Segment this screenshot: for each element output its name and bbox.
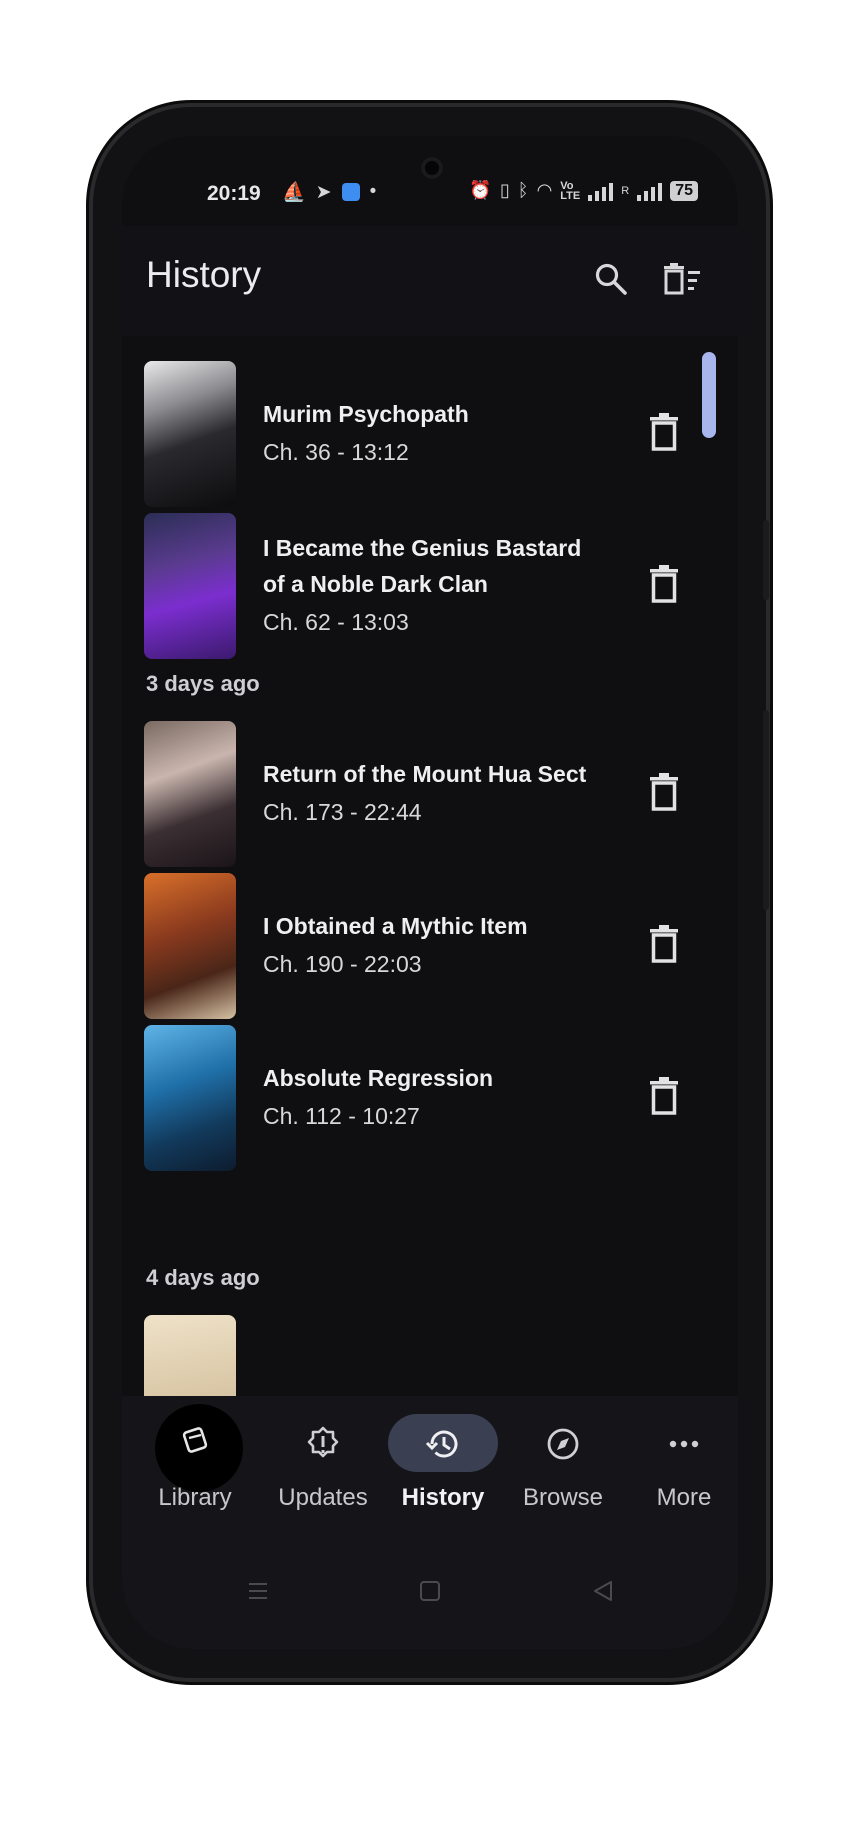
manga-cover xyxy=(144,873,236,1019)
status-time: 20:19 xyxy=(207,182,261,205)
recents-icon[interactable] xyxy=(247,1580,269,1602)
date-header: 4 days ago xyxy=(146,1265,260,1290)
vibrate-icon: ▯ xyxy=(499,180,510,200)
history-item[interactable]: Murim Psychopath Ch. 36 - 13:12 xyxy=(122,361,738,513)
notification-icons: ⛵ ➤ • xyxy=(282,180,376,204)
chapter-time: Ch. 36 - 13:12 xyxy=(263,439,409,465)
manga-title: I Obtained a Mythic Item xyxy=(263,913,528,939)
history-item[interactable]: I Obtained a Mythic Item Ch. 190 - 22:03 xyxy=(122,873,738,1025)
manga-cover xyxy=(144,1025,236,1171)
system-navigation-bar xyxy=(122,1566,738,1616)
boat-icon: ⛵ xyxy=(282,182,306,203)
scrollbar[interactable] xyxy=(702,352,716,438)
history-item[interactable]: Return of the Mount Hua Sect Ch. 173 - 2… xyxy=(122,721,738,873)
manga-cover xyxy=(144,1315,236,1396)
history-item[interactable]: Absolute Regression Ch. 112 - 10:27 xyxy=(122,1025,738,1177)
nav-label: More xyxy=(656,1484,712,1511)
nav-history[interactable]: History xyxy=(383,1414,503,1524)
chapter-time: Ch. 190 - 22:03 xyxy=(263,951,422,977)
library-icon xyxy=(182,1427,208,1453)
clear-history-icon[interactable] xyxy=(662,262,702,296)
date-header: 3 days ago xyxy=(146,671,260,696)
delete-icon[interactable] xyxy=(650,925,678,963)
alarm-icon: ⏰ xyxy=(469,180,492,200)
nav-browse[interactable]: Browse xyxy=(503,1414,623,1524)
nav-label: Browse xyxy=(522,1484,604,1511)
history-icon xyxy=(425,1430,458,1458)
bottom-navigation: Library Updates History Browse More xyxy=(122,1396,738,1649)
home-icon[interactable] xyxy=(419,1580,441,1602)
app-icon xyxy=(341,183,360,201)
system-icons: ⏰ ▯ ᛒ ◠ Vo LTE R 75 xyxy=(469,180,698,201)
manga-title: Murim Psychopath xyxy=(263,401,469,427)
top-app-bar: History xyxy=(122,226,738,336)
history-item-info: Return of the Mount Hua Sect Ch. 173 - 2… xyxy=(263,721,603,867)
dot-icon: • xyxy=(369,181,377,202)
signal-icon xyxy=(588,181,614,201)
history-list: Murim Psychopath Ch. 36 - 13:12 I Became… xyxy=(122,336,738,1396)
side-button-bottom xyxy=(763,710,769,910)
delete-icon[interactable] xyxy=(650,773,678,811)
signal-icon-2 xyxy=(637,181,663,201)
nav-label: Updates xyxy=(278,1484,368,1511)
chapter-time: Ch. 173 - 22:44 xyxy=(263,799,422,825)
delete-icon[interactable] xyxy=(650,1077,678,1115)
battery-indicator: 75 xyxy=(670,180,698,201)
bluetooth-icon: ᛒ xyxy=(517,180,529,200)
history-item-info: Murim Psychopath Ch. 36 - 13:12 xyxy=(263,361,603,507)
telegram-icon: ➤ xyxy=(315,181,332,203)
nav-library[interactable]: Library xyxy=(135,1404,255,1524)
delete-icon[interactable] xyxy=(650,565,678,603)
manga-title: Absolute Regression xyxy=(263,1065,494,1091)
history-item-info: Absolute Regression Ch. 112 - 10:27 xyxy=(263,1025,603,1171)
screen: 20:19 ⛵ ➤ • ⏰ ▯ ᛒ ◠ Vo LTE R 75 History xyxy=(122,136,738,1649)
browse-icon xyxy=(547,1428,579,1460)
status-bar: 20:19 ⛵ ➤ • ⏰ ▯ ᛒ ◠ Vo LTE R 75 xyxy=(122,136,738,226)
chapter-time: Ch. 112 - 10:27 xyxy=(263,1103,420,1129)
manga-cover xyxy=(144,513,236,659)
wifi-icon: ◠ xyxy=(536,180,553,200)
back-icon[interactable] xyxy=(592,1580,614,1602)
manga-title: I Became the Genius Bastard of a Noble D… xyxy=(263,535,582,597)
volte-icon: Vo LTE xyxy=(560,179,581,202)
nav-label: History xyxy=(401,1484,485,1511)
search-icon[interactable] xyxy=(594,262,628,296)
page-title: History xyxy=(146,254,262,295)
history-item[interactable] xyxy=(122,1315,738,1396)
updates-icon xyxy=(307,1426,339,1458)
nav-label: Library xyxy=(158,1484,232,1511)
manga-title: Return of the Mount Hua Sect xyxy=(263,761,587,787)
manga-cover xyxy=(144,721,236,867)
nav-updates[interactable]: Updates xyxy=(263,1414,383,1524)
history-item-info: I Obtained a Mythic Item Ch. 190 - 22:03 xyxy=(263,873,603,1019)
nav-more[interactable]: More xyxy=(624,1414,738,1524)
roaming-label: R xyxy=(621,184,630,197)
manga-cover xyxy=(144,361,236,507)
delete-icon[interactable] xyxy=(650,413,678,451)
more-icon xyxy=(669,1440,699,1448)
history-item[interactable]: I Became the Genius Bastard of a Noble D… xyxy=(122,513,738,665)
side-button-top xyxy=(763,520,769,600)
front-camera xyxy=(421,157,443,179)
history-item-info: I Became the Genius Bastard of a Noble D… xyxy=(263,513,603,659)
chapter-time: Ch. 62 - 13:03 xyxy=(263,609,409,635)
